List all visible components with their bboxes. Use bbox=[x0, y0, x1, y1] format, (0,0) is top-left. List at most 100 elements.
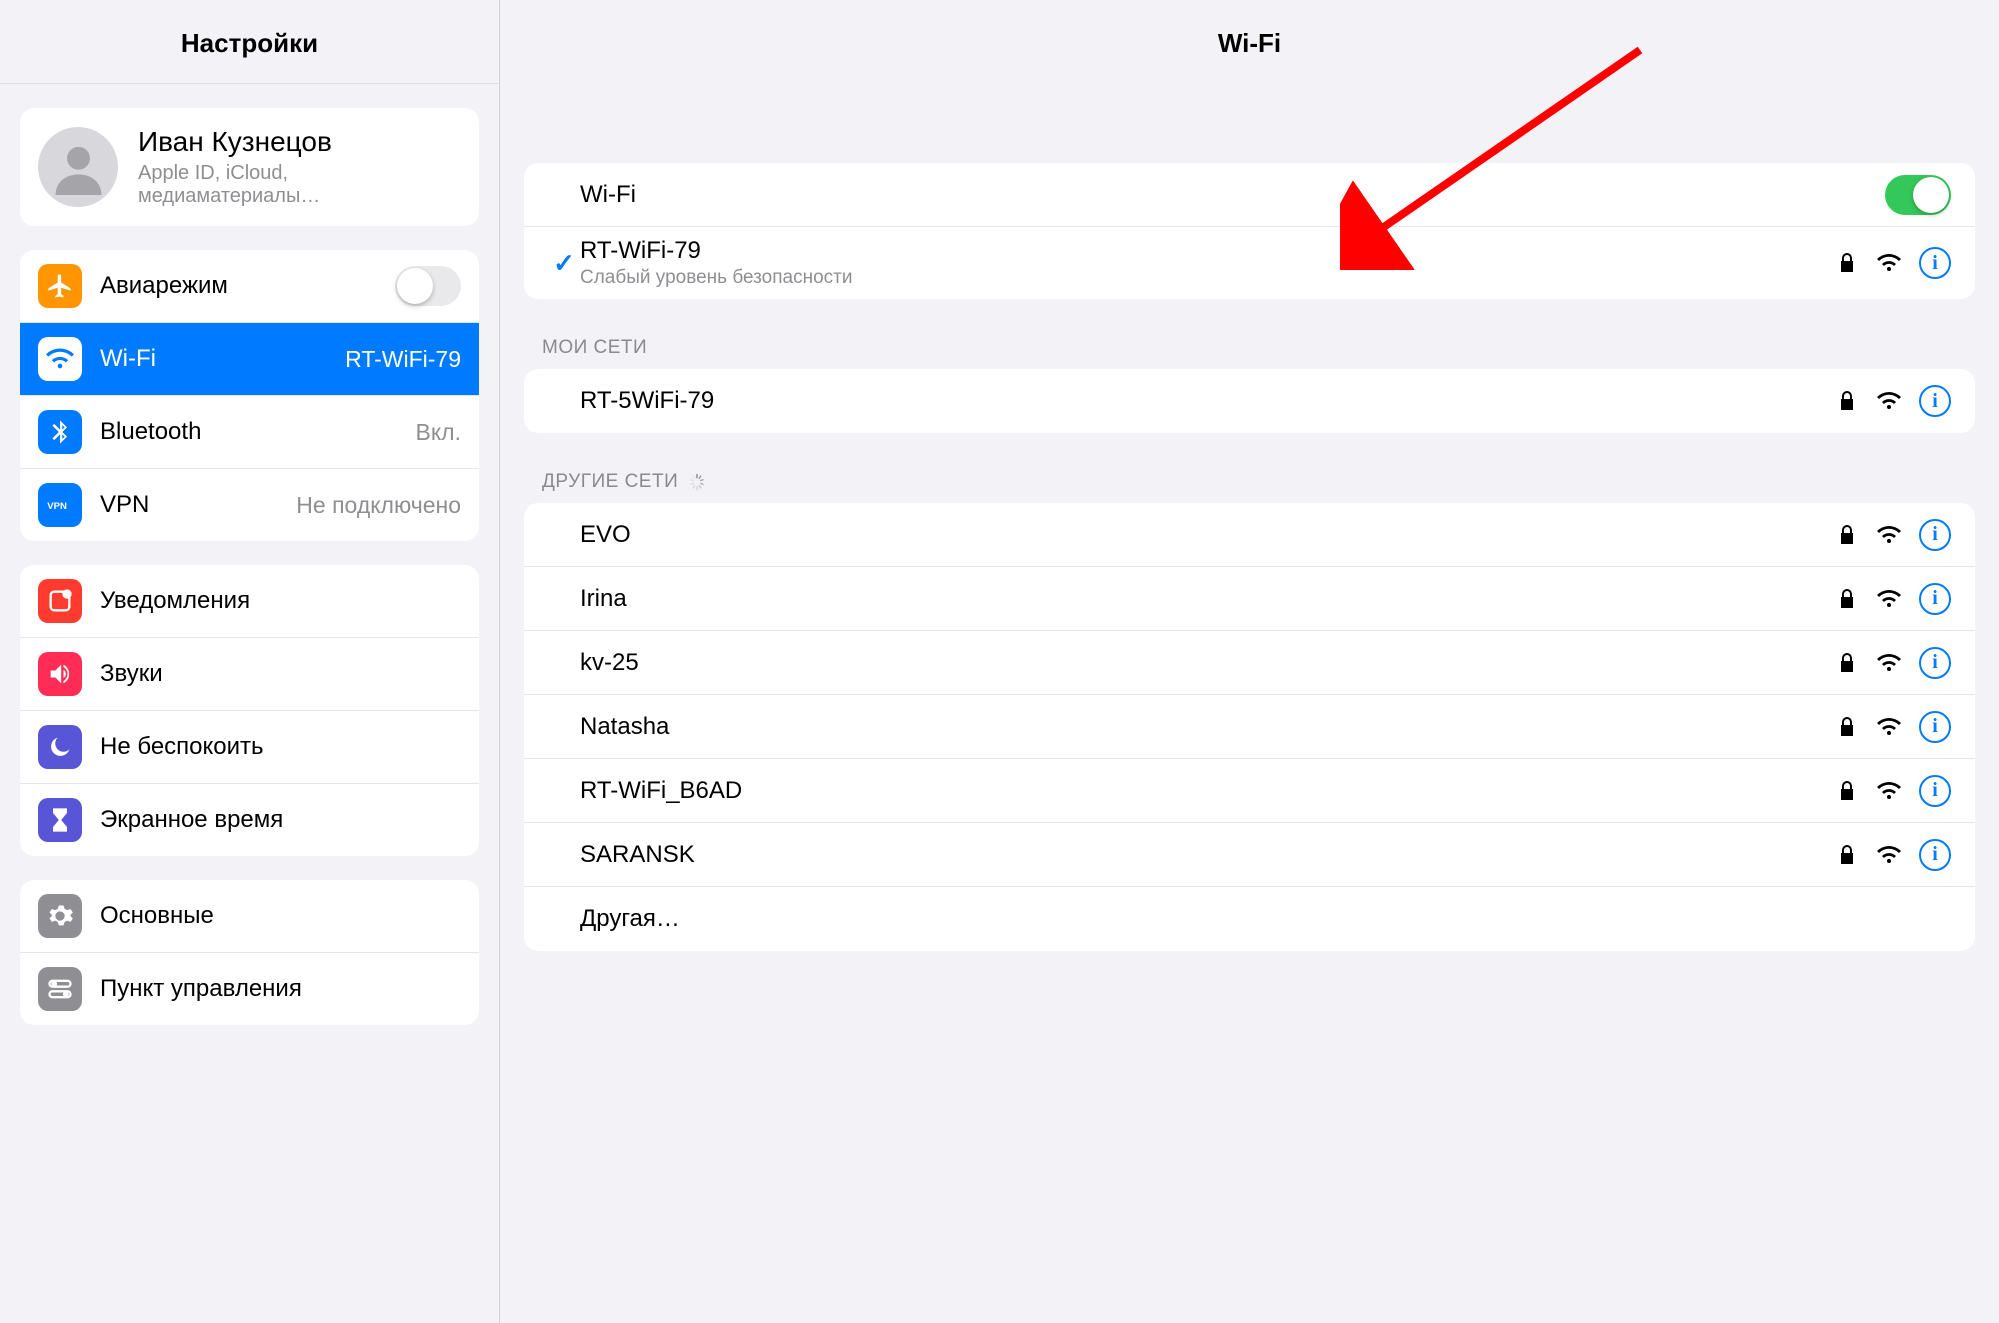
airplane-icon bbox=[38, 264, 82, 308]
info-button[interactable]: i bbox=[1919, 839, 1951, 871]
toggles-icon bbox=[38, 967, 82, 1011]
network-row[interactable]: RT-WiFi_B6AD i bbox=[524, 759, 1975, 823]
lock-icon bbox=[1835, 715, 1859, 739]
sidebar-item-airplane[interactable]: Авиарежим bbox=[20, 250, 479, 323]
dnd-label: Не беспокоить bbox=[100, 733, 461, 761]
connectivity-group: Авиарежим Wi-Fi RT-WiFi-79 Bluetooth Вкл… bbox=[20, 250, 479, 541]
settings-sidebar: Настройки Иван Кузнецов Apple ID, iCloud… bbox=[0, 0, 500, 1323]
sidebar-item-control-center[interactable]: Пункт управления bbox=[20, 953, 479, 1025]
bluetooth-label: Bluetooth bbox=[100, 418, 416, 446]
info-button[interactable]: i bbox=[1919, 647, 1951, 679]
wifi-detail: RT-WiFi-79 bbox=[345, 346, 461, 373]
network-name: EVO bbox=[580, 521, 1835, 549]
connected-network-sub: Слабый уровень безопасности bbox=[580, 267, 1835, 289]
network-name: kv-25 bbox=[580, 649, 1835, 677]
wifi-icon bbox=[38, 337, 82, 381]
system-group: Основные Пункт управления bbox=[20, 880, 479, 1025]
control-label: Пункт управления bbox=[100, 975, 461, 1003]
avatar-icon bbox=[38, 127, 118, 207]
sidebar-item-sounds[interactable]: Звуки bbox=[20, 638, 479, 711]
connected-network-row[interactable]: ✓ RT-WiFi-79 Слабый уровень безопасности… bbox=[524, 227, 1975, 299]
sounds-label: Звуки bbox=[100, 660, 461, 688]
profile-row[interactable]: Иван Кузнецов Apple ID, iCloud, медиамат… bbox=[20, 108, 479, 226]
network-name: SARANSK bbox=[580, 841, 1835, 869]
vpn-label: VPN bbox=[100, 491, 296, 519]
hourglass-icon bbox=[38, 798, 82, 842]
lock-icon bbox=[1835, 523, 1859, 547]
my-networks-section: RT-5WiFi-79 i bbox=[524, 369, 1975, 433]
wifi-toggle-row[interactable]: Wi-Fi bbox=[524, 163, 1975, 227]
vpn-detail: Не подключено bbox=[296, 492, 461, 519]
wifi-pane: Wi-Fi Wi-Fi ✓ RT-WiFi-79 Слабый уровень … bbox=[500, 0, 1999, 1323]
wifi-main-section: Wi-Fi ✓ RT-WiFi-79 Слабый уровень безопа… bbox=[524, 163, 1975, 299]
network-name: RT-WiFi_B6AD bbox=[580, 777, 1835, 805]
sidebar-item-general[interactable]: Основные bbox=[20, 880, 479, 953]
lock-icon bbox=[1835, 389, 1859, 413]
bluetooth-icon bbox=[38, 410, 82, 454]
other-networks-section: EVOiIrinaikv-25iNatashaiRT-WiFi_B6ADiSAR… bbox=[524, 503, 1975, 951]
profile-group: Иван Кузнецов Apple ID, iCloud, медиамат… bbox=[20, 108, 479, 226]
info-button[interactable]: i bbox=[1919, 247, 1951, 279]
network-row[interactable]: RT-5WiFi-79 i bbox=[524, 369, 1975, 433]
other-network-label: Другая… bbox=[580, 905, 1951, 933]
sounds-icon bbox=[38, 652, 82, 696]
wifi-signal-icon bbox=[1877, 843, 1901, 867]
lock-icon bbox=[1835, 251, 1859, 275]
general-label: Основные bbox=[100, 902, 461, 930]
wifi-signal-icon bbox=[1877, 251, 1901, 275]
spinner-icon bbox=[688, 473, 706, 491]
airplane-toggle[interactable] bbox=[395, 266, 461, 306]
lock-icon bbox=[1835, 779, 1859, 803]
wifi-signal-icon bbox=[1877, 587, 1901, 611]
lock-icon bbox=[1835, 651, 1859, 675]
network-row[interactable]: Natasha i bbox=[524, 695, 1975, 759]
network-row[interactable]: SARANSK i bbox=[524, 823, 1975, 887]
checkmark-icon: ✓ bbox=[548, 248, 580, 279]
my-networks-header: МОИ СЕТИ bbox=[542, 337, 1957, 359]
sidebar-item-dnd[interactable]: Не беспокоить bbox=[20, 711, 479, 784]
moon-icon bbox=[38, 725, 82, 769]
network-name: Natasha bbox=[580, 713, 1835, 741]
wifi-signal-icon bbox=[1877, 779, 1901, 803]
wifi-label: Wi-Fi bbox=[100, 345, 345, 373]
info-button[interactable]: i bbox=[1919, 711, 1951, 743]
wifi-signal-icon bbox=[1877, 523, 1901, 547]
screentime-label: Экранное время bbox=[100, 806, 461, 834]
sidebar-item-screentime[interactable]: Экранное время bbox=[20, 784, 479, 856]
sidebar-item-wifi[interactable]: Wi-Fi RT-WiFi-79 bbox=[20, 323, 479, 396]
other-networks-header: ДРУГИЕ СЕТИ bbox=[542, 471, 1957, 493]
network-row[interactable]: EVO i bbox=[524, 503, 1975, 567]
page-title: Wi-Fi bbox=[500, 0, 1999, 83]
lock-icon bbox=[1835, 587, 1859, 611]
notifications-label: Уведомления bbox=[100, 587, 461, 615]
notifications-icon bbox=[38, 579, 82, 623]
sidebar-item-vpn[interactable]: VPN VPN Не подключено bbox=[20, 469, 479, 541]
wifi-signal-icon bbox=[1877, 651, 1901, 675]
wifi-signal-icon bbox=[1877, 389, 1901, 413]
wifi-toggle[interactable] bbox=[1885, 175, 1951, 215]
connected-network-name: RT-WiFi-79 bbox=[580, 237, 1835, 265]
svg-text:VPN: VPN bbox=[47, 501, 67, 512]
profile-subtitle: Apple ID, iCloud, медиаматериалы… bbox=[138, 162, 461, 208]
alerts-group: Уведомления Звуки Не беспокоить Экранное… bbox=[20, 565, 479, 856]
info-button[interactable]: i bbox=[1919, 583, 1951, 615]
wifi-toggle-label: Wi-Fi bbox=[580, 181, 1885, 209]
info-button[interactable]: i bbox=[1919, 775, 1951, 807]
info-button[interactable]: i bbox=[1919, 385, 1951, 417]
sidebar-item-notifications[interactable]: Уведомления bbox=[20, 565, 479, 638]
vpn-icon: VPN bbox=[38, 483, 82, 527]
network-name: Irina bbox=[580, 585, 1835, 613]
bluetooth-detail: Вкл. bbox=[416, 419, 461, 446]
sidebar-title: Настройки bbox=[0, 0, 499, 84]
wifi-signal-icon bbox=[1877, 715, 1901, 739]
network-row[interactable]: Irina i bbox=[524, 567, 1975, 631]
gear-icon bbox=[38, 894, 82, 938]
info-button[interactable]: i bbox=[1919, 519, 1951, 551]
network-row[interactable]: kv-25 i bbox=[524, 631, 1975, 695]
lock-icon bbox=[1835, 843, 1859, 867]
sidebar-item-bluetooth[interactable]: Bluetooth Вкл. bbox=[20, 396, 479, 469]
airplane-label: Авиарежим bbox=[100, 272, 395, 300]
network-name: RT-5WiFi-79 bbox=[580, 387, 1835, 415]
other-network-row[interactable]: Другая… bbox=[524, 887, 1975, 951]
profile-name: Иван Кузнецов bbox=[138, 126, 461, 158]
